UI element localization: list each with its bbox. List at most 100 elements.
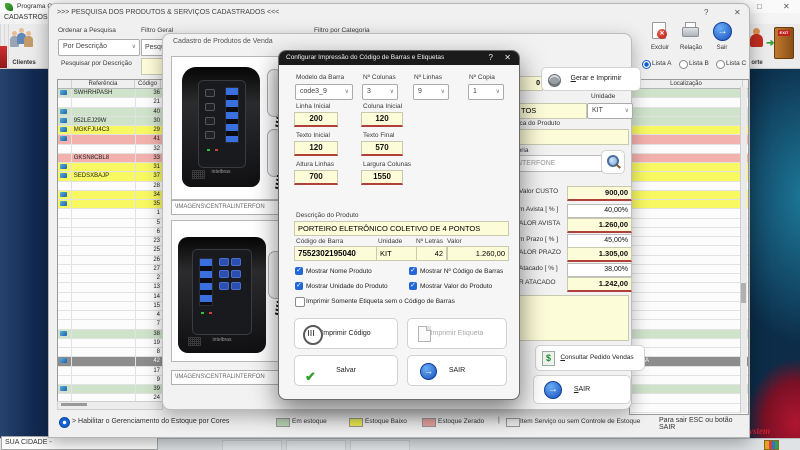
- table-row[interactable]: 42: [58, 357, 162, 366]
- salvar-button[interactable]: ✔ Salvar: [294, 355, 398, 386]
- table-row[interactable]: [630, 228, 748, 237]
- table-row[interactable]: [630, 219, 748, 228]
- table-row[interactable]: 19: [58, 339, 162, 348]
- codigo-barra-value[interactable]: 7552302195040: [294, 246, 377, 261]
- table-row[interactable]: [630, 200, 748, 209]
- table-row[interactable]: 1: [58, 209, 162, 218]
- dialog-num-value[interactable]: 570: [361, 141, 403, 156]
- table-row[interactable]: [630, 117, 748, 126]
- unidade-value[interactable]: KIT: [376, 246, 417, 261]
- taskbar-slot[interactable]: [222, 440, 282, 450]
- table-row[interactable]: 31: [58, 163, 162, 172]
- checkbox[interactable]: ✓: [295, 282, 303, 290]
- scrollbar-thumb[interactable]: [61, 403, 87, 406]
- dialog-sair-button[interactable]: → SAIR: [407, 355, 507, 386]
- vertical-scrollbar[interactable]: [740, 87, 747, 413]
- imprimir-etiqueta-button[interactable]: Imprimir Etiqueta: [407, 318, 507, 349]
- table-row[interactable]: 15: [58, 302, 162, 311]
- imprimir-codigo-button[interactable]: Imprimir Código: [294, 318, 398, 349]
- table-row[interactable]: [630, 163, 748, 172]
- table-row[interactable]: [630, 246, 748, 255]
- table-row[interactable]: 28: [58, 182, 162, 191]
- close-button[interactable]: ✕: [734, 8, 741, 17]
- table-row[interactable]: 26: [58, 256, 162, 265]
- table-row[interactable]: 14: [58, 293, 162, 302]
- n-letras-value[interactable]: 42: [416, 246, 447, 261]
- table-row[interactable]: [630, 209, 748, 218]
- table-row[interactable]: GKSN8CBL833: [58, 154, 162, 163]
- table-row[interactable]: [630, 126, 748, 135]
- table-row[interactable]: 27: [58, 265, 162, 274]
- panel-field-value[interactable]: 1.305,00: [567, 247, 632, 262]
- table-row[interactable]: [630, 89, 748, 98]
- descricao-produto-value[interactable]: PORTEIRO ELETRÔNICO COLETIVO DE 4 PONTOS: [294, 221, 509, 236]
- dialog-num-value[interactable]: 120: [294, 141, 338, 156]
- table-row[interactable]: [630, 237, 748, 246]
- dialog-combo-select[interactable]: code3_9∨: [295, 84, 353, 100]
- checkbox[interactable]: ✓: [295, 267, 303, 275]
- unidade-select[interactable]: KIT∨: [587, 103, 633, 119]
- dialog-combo-select[interactable]: 3∨: [362, 84, 398, 100]
- col-codigo[interactable]: Código: [135, 80, 161, 88]
- checkbox[interactable]: [295, 297, 305, 307]
- ordenar-select[interactable]: Por Descrição∨: [58, 39, 140, 56]
- panel-sair-button[interactable]: → SAIR: [533, 375, 631, 404]
- table-row[interactable]: [630, 404, 748, 413]
- table-row[interactable]: [630, 320, 748, 329]
- table-row[interactable]: 9: [58, 376, 162, 385]
- lista-b-radio[interactable]: [679, 60, 688, 69]
- panel-field-value[interactable]: 1.242,00: [567, 277, 632, 292]
- table-row[interactable]: SEDSXBAJP37: [58, 172, 162, 181]
- table-row[interactable]: [630, 256, 748, 265]
- consultar-pedido-vendas-button[interactable]: $ Consultar Pedido Vendas: [535, 345, 645, 371]
- table-row[interactable]: 8: [58, 348, 162, 357]
- exit-door-icon[interactable]: EXIT: [774, 27, 794, 59]
- table-row[interactable]: 21: [58, 98, 162, 107]
- panel-field-value[interactable]: 38,00%: [567, 263, 632, 277]
- scrollbar-thumb[interactable]: [741, 283, 746, 303]
- col-referencia[interactable]: Referência: [72, 80, 135, 88]
- table-row[interactable]: SWHRHPASH36: [58, 89, 162, 98]
- table-row[interactable]: 5: [58, 219, 162, 228]
- dialog-num-value[interactable]: 200: [294, 112, 338, 127]
- dialog-combo-select[interactable]: 9∨: [413, 84, 449, 100]
- table-row[interactable]: MGKFJU4C329: [58, 126, 162, 135]
- panel-field-value[interactable]: 900,00: [567, 186, 632, 201]
- table-row[interactable]: 2: [58, 274, 162, 283]
- table-row[interactable]: [630, 154, 748, 163]
- panel-field-value[interactable]: 1.260,00: [567, 218, 632, 233]
- table-row[interactable]: [630, 98, 748, 107]
- table-row[interactable]: 17: [58, 367, 162, 376]
- maximize-button[interactable]: □: [757, 2, 762, 11]
- categoria-input[interactable]: INTERFONE: [511, 155, 602, 172]
- tray-app-icon[interactable]: [764, 440, 779, 450]
- table-row[interactable]: 34: [58, 191, 162, 200]
- table-row[interactable]: 41: [58, 135, 162, 144]
- table-row[interactable]: 4: [58, 311, 162, 320]
- transporte-button[interactable]: orte: [747, 26, 767, 66]
- lista-a-radio[interactable]: [642, 60, 651, 69]
- table-row[interactable]: [630, 293, 748, 302]
- table-row[interactable]: [630, 311, 748, 320]
- taskbar-slot[interactable]: [350, 440, 410, 450]
- panel-field-value[interactable]: 40,00%: [567, 204, 632, 218]
- dialog-num-value[interactable]: 700: [294, 170, 338, 185]
- table-row[interactable]: [630, 274, 748, 283]
- relacao-printer-icon[interactable]: [681, 22, 701, 44]
- dialog-num-value[interactable]: 120: [361, 112, 403, 127]
- table-row[interactable]: 952LEJ29W30: [58, 117, 162, 126]
- table-row[interactable]: [630, 135, 748, 144]
- table-row[interactable]: [630, 182, 748, 191]
- table-row[interactable]: 7: [58, 320, 162, 329]
- gerar-imprimir-button[interactable]: Gerar e Imprimir: [541, 67, 641, 91]
- table-row[interactable]: 32: [58, 145, 162, 154]
- table-row[interactable]: [630, 367, 748, 376]
- excluir-icon[interactable]: ✕: [649, 22, 673, 44]
- table-row[interactable]: 35: [58, 200, 162, 209]
- checkbox[interactable]: ✓: [409, 282, 417, 290]
- table-row[interactable]: [630, 339, 748, 348]
- table-row[interactable]: [630, 302, 748, 311]
- table-row[interactable]: [630, 385, 748, 394]
- observacoes-box[interactable]: [513, 295, 629, 341]
- table-row[interactable]: [630, 283, 748, 292]
